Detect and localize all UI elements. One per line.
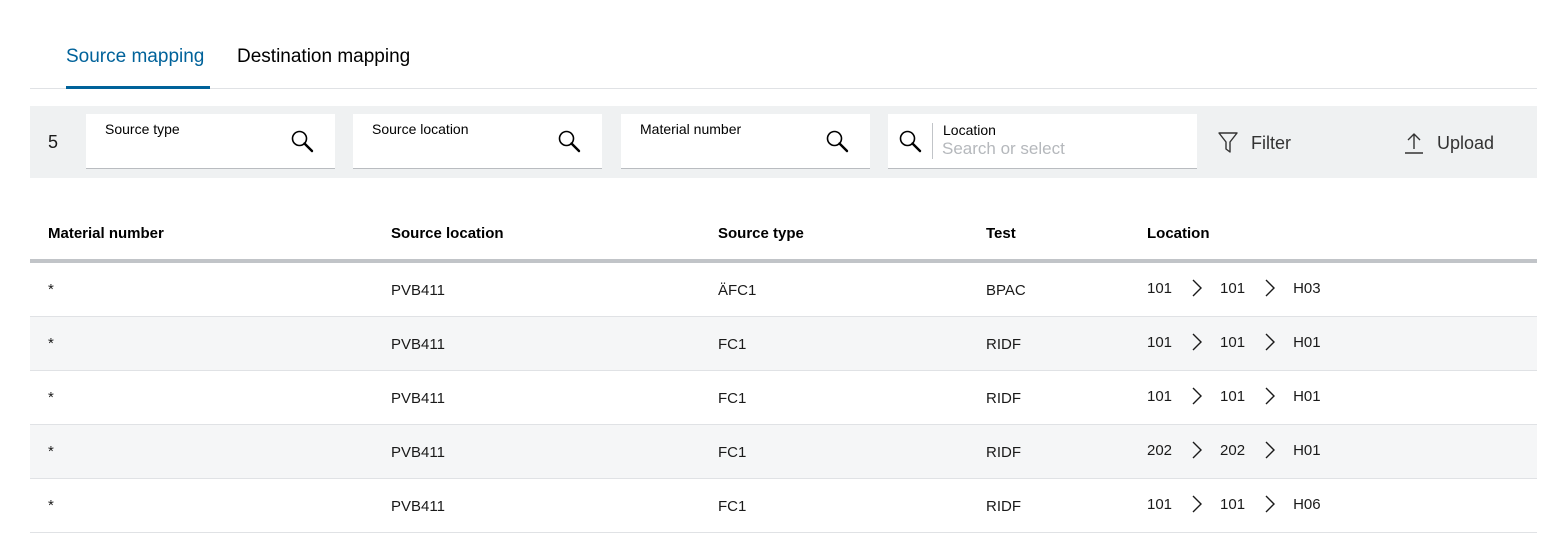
location-segment: H06 bbox=[1293, 495, 1321, 513]
table-row[interactable]: * PVB411 ÄFC1 BPAC 101 101 H03 bbox=[30, 263, 1537, 317]
cell-test: RIDF bbox=[986, 336, 1021, 353]
table-row[interactable]: * PVB411 FC1 RIDF 101 101 H06 bbox=[30, 479, 1537, 533]
search-icon[interactable] bbox=[897, 128, 925, 156]
table-row[interactable]: * PVB411 FC1 RIDF 202 202 H01 bbox=[30, 425, 1537, 479]
cell-test: RIDF bbox=[986, 390, 1021, 407]
location-segment: 202 bbox=[1147, 441, 1173, 459]
cell-material-number: * bbox=[48, 335, 54, 352]
chevron-right-icon bbox=[1192, 387, 1203, 405]
upload-label: Upload bbox=[1437, 132, 1495, 153]
cell-material-number: * bbox=[48, 443, 54, 460]
table-row[interactable]: * PVB411 FC1 RIDF 101 101 H01 bbox=[30, 317, 1537, 371]
cell-location-path: 101 101 H03 bbox=[1147, 279, 1321, 297]
cell-material-number: * bbox=[48, 281, 54, 298]
material-number-label: Material number bbox=[640, 121, 742, 137]
table-header: Material number Source location Source t… bbox=[30, 213, 1537, 263]
cell-test: RIDF bbox=[986, 444, 1021, 461]
cell-source-location: PVB411 bbox=[391, 282, 445, 299]
cell-source-type: ÄFC1 bbox=[718, 282, 757, 299]
cell-source-type: FC1 bbox=[718, 444, 747, 461]
location-segment: H03 bbox=[1293, 279, 1321, 297]
chevron-right-icon bbox=[1192, 333, 1203, 351]
filter-label: Filter bbox=[1251, 132, 1291, 153]
column-header-source-location[interactable]: Source location bbox=[391, 225, 504, 242]
field-divider bbox=[932, 123, 933, 159]
cell-source-location: PVB411 bbox=[391, 390, 445, 407]
source-location-search-field[interactable]: Source location bbox=[353, 114, 602, 169]
location-segment: H01 bbox=[1293, 441, 1321, 459]
location-input[interactable] bbox=[942, 139, 1182, 159]
location-segment: 101 bbox=[1147, 279, 1173, 297]
material-number-search-field[interactable]: Material number bbox=[621, 114, 870, 169]
column-header-material-number[interactable]: Material number bbox=[48, 225, 164, 242]
source-type-label: Source type bbox=[105, 121, 180, 137]
tab-bar: Source mapping Destination mapping bbox=[30, 0, 1537, 89]
upload-icon bbox=[1405, 133, 1423, 154]
location-segment: 101 bbox=[1220, 279, 1246, 297]
cell-test: BPAC bbox=[986, 282, 1026, 299]
cell-location-path: 101 101 H01 bbox=[1147, 333, 1321, 351]
search-icon[interactable] bbox=[289, 128, 317, 156]
location-segment: H01 bbox=[1293, 387, 1321, 405]
cell-location-path: 101 101 H01 bbox=[1147, 387, 1321, 405]
search-icon[interactable] bbox=[824, 128, 852, 156]
chevron-right-icon bbox=[1192, 279, 1203, 297]
location-segment: 101 bbox=[1147, 387, 1173, 405]
column-header-source-type[interactable]: Source type bbox=[718, 225, 804, 242]
chevron-right-icon bbox=[1192, 441, 1203, 459]
cell-source-type: FC1 bbox=[718, 390, 747, 407]
location-segment: 101 bbox=[1147, 333, 1173, 351]
filter-toolbar: 5 Source type Source location Material n… bbox=[30, 106, 1537, 178]
cell-location-path: 101 101 H06 bbox=[1147, 495, 1321, 513]
cell-material-number: * bbox=[48, 497, 54, 514]
chevron-right-icon bbox=[1265, 441, 1276, 459]
chevron-right-icon bbox=[1192, 495, 1203, 513]
filter-icon bbox=[1218, 132, 1238, 153]
tab-source-mapping[interactable]: Source mapping bbox=[66, 46, 210, 89]
chevron-right-icon bbox=[1265, 333, 1276, 351]
chevron-right-icon bbox=[1265, 387, 1276, 405]
location-segment: 101 bbox=[1147, 495, 1173, 513]
location-segment: 101 bbox=[1220, 333, 1246, 351]
chevron-right-icon bbox=[1265, 495, 1276, 513]
cell-material-number: * bbox=[48, 389, 54, 406]
cell-location-path: 202 202 H01 bbox=[1147, 441, 1321, 459]
result-count: 5 bbox=[48, 132, 59, 152]
location-segment: 101 bbox=[1220, 495, 1246, 513]
filter-button[interactable]: Filter bbox=[1217, 126, 1291, 160]
cell-test: RIDF bbox=[986, 498, 1021, 515]
cell-source-location: PVB411 bbox=[391, 444, 445, 461]
location-segment: 101 bbox=[1220, 387, 1246, 405]
chevron-right-icon bbox=[1265, 279, 1276, 297]
cell-source-type: FC1 bbox=[718, 498, 747, 515]
location-label: Location bbox=[943, 122, 996, 138]
search-icon[interactable] bbox=[556, 128, 584, 156]
cell-source-location: PVB411 bbox=[391, 498, 445, 515]
upload-button[interactable]: Upload bbox=[1403, 126, 1494, 160]
column-header-test[interactable]: Test bbox=[986, 225, 1016, 242]
column-header-location[interactable]: Location bbox=[1147, 225, 1210, 242]
location-segment: 202 bbox=[1220, 441, 1246, 459]
tab-destination-mapping[interactable]: Destination mapping bbox=[237, 46, 410, 88]
location-search-field[interactable]: Location bbox=[888, 114, 1197, 169]
source-location-label: Source location bbox=[372, 121, 469, 137]
location-segment: H01 bbox=[1293, 333, 1321, 351]
table-row[interactable]: * PVB411 FC1 RIDF 101 101 H01 bbox=[30, 371, 1537, 425]
cell-source-location: PVB411 bbox=[391, 336, 445, 353]
source-type-search-field[interactable]: Source type bbox=[86, 114, 335, 169]
mapping-table: Material number Source location Source t… bbox=[30, 213, 1537, 533]
cell-source-type: FC1 bbox=[718, 336, 747, 353]
